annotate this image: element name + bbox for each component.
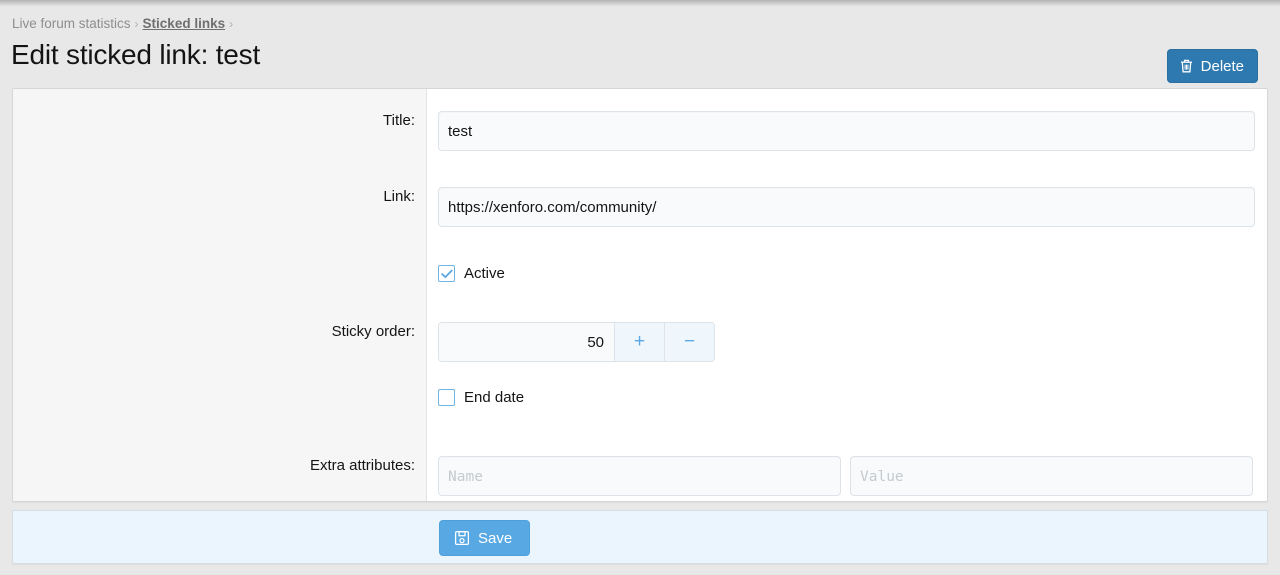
form-row-title: Title: (13, 111, 1267, 151)
active-row-spacer (13, 265, 427, 282)
link-input[interactable] (438, 187, 1255, 227)
page-title: Edit sticked link: test (11, 37, 260, 73)
end-date-checkbox[interactable] (438, 389, 455, 406)
extra-attributes-inputs (438, 456, 1253, 496)
breadcrumb-separator-1: › (131, 17, 143, 31)
active-checkbox-label: Active (464, 265, 505, 282)
end-date-row-spacer (13, 389, 427, 406)
form-rows: Title: Link: Active (13, 89, 1267, 501)
breadcrumb-item-live-forum-statistics[interactable]: Live forum statistics (12, 16, 131, 31)
extra-attributes-label: Extra attributes: (13, 456, 427, 496)
form-footer: Save (12, 510, 1268, 564)
extra-attribute-value-input[interactable] (850, 456, 1253, 496)
link-field-label: Link: (13, 187, 427, 227)
sticky-order-input[interactable] (439, 323, 614, 361)
extra-attribute-name-input[interactable] (438, 456, 841, 496)
save-floppy-icon (454, 530, 470, 546)
title-field-label: Title: (13, 111, 427, 151)
delete-button-label: Delete (1201, 58, 1244, 75)
breadcrumb-separator-2: › (225, 17, 237, 31)
form-row-end-date: End date (13, 389, 1267, 406)
page-header: Live forum statistics›Sticked links› Edi… (0, 7, 1280, 86)
save-button[interactable]: Save (439, 520, 530, 556)
edit-form-panel: Title: Link: Active (12, 88, 1268, 502)
end-date-checkbox-wrapper[interactable]: End date (438, 389, 524, 406)
form-row-link: Link: (13, 187, 1267, 227)
title-input[interactable] (438, 111, 1255, 151)
sticky-order-increment-button[interactable]: + (614, 323, 664, 361)
sticky-order-label: Sticky order: (13, 322, 427, 362)
delete-button[interactable]: Delete (1167, 49, 1258, 83)
form-row-sticky-order: Sticky order: + − (13, 322, 1267, 362)
active-checkbox-wrapper[interactable]: Active (438, 265, 505, 282)
end-date-checkbox-label: End date (464, 389, 524, 406)
trash-icon (1179, 58, 1194, 74)
form-row-extra-attributes: Extra attributes: (13, 456, 1267, 496)
form-row-active: Active (13, 265, 1267, 282)
save-button-label: Save (478, 530, 512, 547)
top-gradient-strip (0, 0, 1280, 7)
breadcrumb-item-sticked-links[interactable]: Sticked links (143, 16, 226, 31)
sticky-order-stepper: + − (438, 322, 715, 362)
breadcrumb: Live forum statistics›Sticked links› (12, 15, 237, 33)
sticky-order-decrement-button[interactable]: − (664, 323, 714, 361)
active-checkbox[interactable] (438, 265, 455, 282)
